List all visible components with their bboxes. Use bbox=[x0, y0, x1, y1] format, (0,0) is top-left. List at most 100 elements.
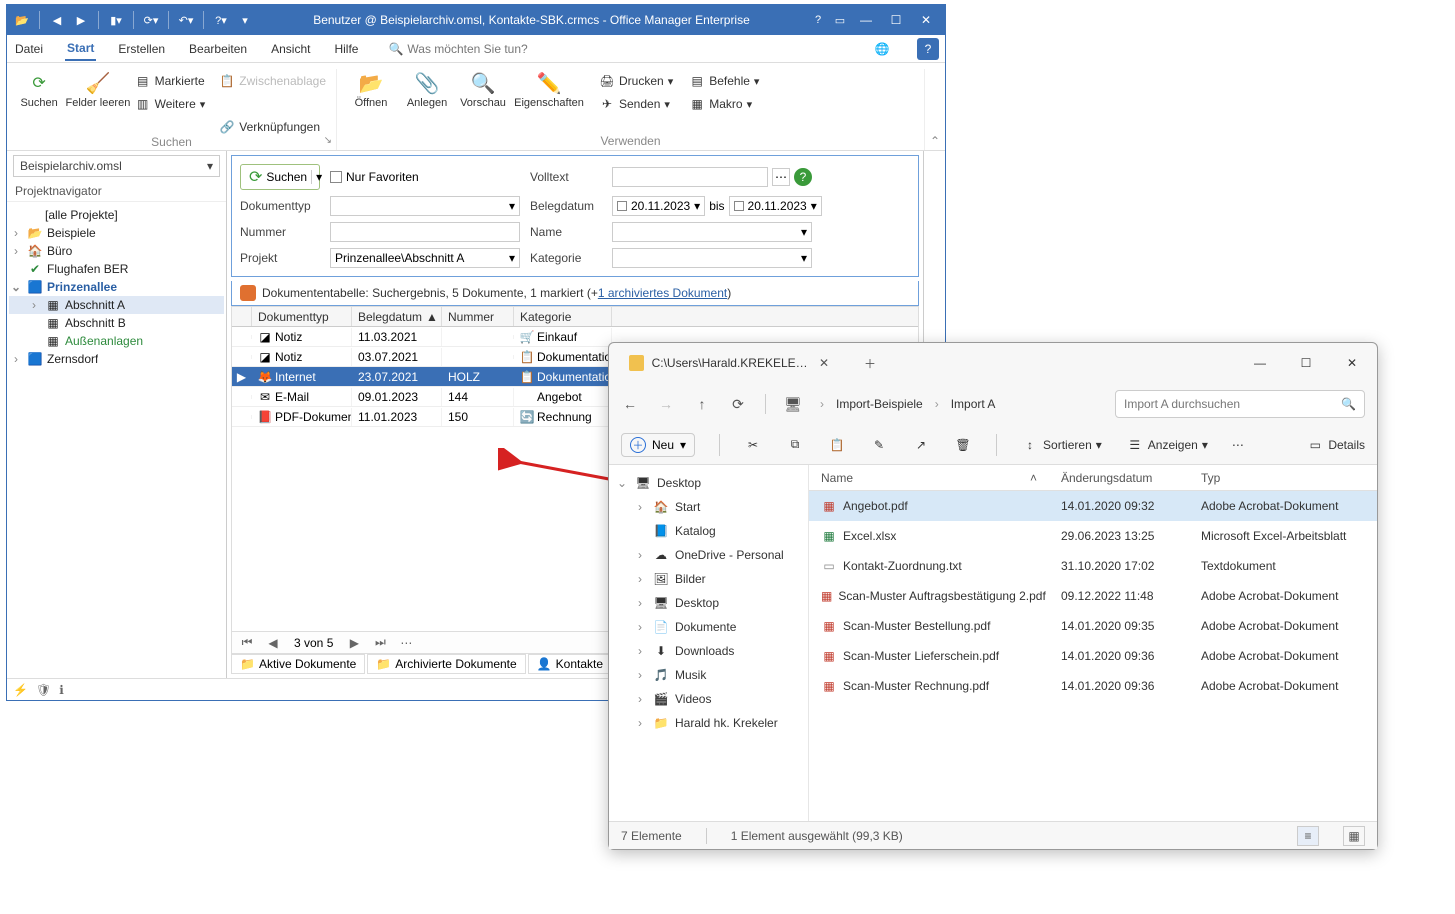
delete-button[interactable]: 🗑 bbox=[954, 436, 972, 454]
nav-first[interactable]: ⏮ bbox=[236, 635, 258, 650]
tab-datei[interactable]: Datei bbox=[13, 38, 45, 60]
tab-start[interactable]: Start bbox=[65, 37, 96, 61]
chevron-icon[interactable]: › bbox=[820, 397, 824, 411]
collapse-ribbon-icon[interactable]: ⌃ bbox=[930, 134, 940, 148]
tree-abschnitt-b[interactable]: ▦Abschnitt B bbox=[9, 314, 224, 332]
date-to-input[interactable]: 20.11.2023▾ bbox=[729, 196, 822, 216]
tree-item[interactable]: ›📄Dokumente bbox=[609, 615, 808, 639]
drucken-button[interactable]: 🖨Drucken ▾ bbox=[595, 71, 677, 91]
file-row[interactable]: ▦Scan-Muster Bestellung.pdf14.01.2020 09… bbox=[809, 611, 1377, 641]
copy-button[interactable]: ⧉ bbox=[786, 436, 804, 454]
markierte-button[interactable]: ▤Markierte bbox=[131, 71, 210, 91]
close-button[interactable]: ✕ bbox=[911, 6, 941, 34]
tree-item[interactable]: ›🎵Musik bbox=[609, 663, 808, 687]
tree-item[interactable]: ›☁OneDrive - Personal bbox=[609, 543, 808, 567]
nav-next[interactable]: ▶ bbox=[343, 636, 365, 650]
tree-item[interactable]: ›🖼Bilder bbox=[609, 567, 808, 591]
back-button[interactable]: ← bbox=[621, 396, 639, 412]
paste-button[interactable]: 📋 bbox=[828, 436, 846, 454]
file-row[interactable]: ▦Scan-Muster Lieferschein.pdf14.01.2020 … bbox=[809, 641, 1377, 671]
tree-prinzenallee[interactable]: ⌄🟦Prinzenallee bbox=[9, 278, 224, 296]
ribbon-search[interactable]: 🔍 Was möchten Sie tun? bbox=[388, 42, 527, 56]
file-row[interactable]: ▦Excel.xlsx29.06.2023 13:25Microsoft Exc… bbox=[809, 521, 1377, 551]
explorer-search-input[interactable]: Import A durchsuchen 🔍 bbox=[1115, 390, 1365, 418]
kategorie-input[interactable]: ▾ bbox=[612, 248, 812, 268]
befehle-button[interactable]: ▤Befehle ▾ bbox=[685, 71, 763, 91]
tab-ansicht[interactable]: Ansicht bbox=[269, 38, 312, 60]
name-input[interactable]: ▾ bbox=[612, 222, 812, 242]
minimize-button[interactable]: — bbox=[851, 6, 881, 34]
volltext-help-icon[interactable]: ? bbox=[794, 168, 812, 186]
felder-leeren-button[interactable]: 🧹 Felder leeren bbox=[65, 69, 130, 109]
tab-bearbeiten[interactable]: Bearbeiten bbox=[187, 38, 249, 60]
archive-selector[interactable]: Beispielarchiv.omsl ▾ bbox=[13, 155, 220, 177]
tree-item[interactable]: ›🖥Desktop bbox=[609, 591, 808, 615]
view-icons-button[interactable]: ▦ bbox=[1343, 826, 1365, 846]
verknuepfungen-button[interactable]: 🔗Verknüpfungen bbox=[215, 117, 330, 137]
help-icon[interactable]: ?▾ bbox=[210, 9, 232, 31]
archived-link[interactable]: 1 archiviertes Dokument bbox=[598, 286, 727, 300]
col-type[interactable]: Typ bbox=[1189, 471, 1377, 485]
crumb-import-a[interactable]: Import A bbox=[951, 397, 996, 411]
file-row[interactable]: ▦Angebot.pdf14.01.2020 09:32Adobe Acroba… bbox=[809, 491, 1377, 521]
eigenschaften-button[interactable]: ✏️Eigenschaften bbox=[511, 69, 587, 109]
cut-button[interactable]: ✂ bbox=[744, 436, 762, 454]
tree-all-projects[interactable]: [alle Projekte] bbox=[9, 206, 224, 224]
suchen-button[interactable]: ⟳ Suchen bbox=[13, 69, 65, 109]
refresh-button[interactable]: ⟳▾ bbox=[140, 9, 162, 31]
projekt-input[interactable]: Prinzenallee\Abschnitt A▾ bbox=[330, 248, 520, 268]
forward-button[interactable]: → bbox=[657, 396, 675, 412]
date-from-input[interactable]: 20.11.2023▾ bbox=[612, 196, 705, 216]
tab-erstellen[interactable]: Erstellen bbox=[116, 38, 167, 60]
maximize-button[interactable]: ☐ bbox=[1283, 347, 1329, 379]
language-button[interactable]: 🌐 bbox=[871, 38, 893, 60]
undo-button[interactable]: ↶▾ bbox=[175, 9, 197, 31]
tree-abschnitt-a[interactable]: ›▦Abschnitt A bbox=[9, 296, 224, 314]
tab-kontakte[interactable]: 👤Kontakte bbox=[528, 654, 612, 674]
tree-item[interactable]: ›🏠Start bbox=[609, 495, 808, 519]
file-row[interactable]: ▭Kontakt-Zuordnung.txt31.10.2020 17:02Te… bbox=[809, 551, 1377, 581]
tab-hilfe[interactable]: Hilfe bbox=[332, 38, 360, 60]
tree-buero[interactable]: ›🏠Büro bbox=[9, 242, 224, 260]
col-name[interactable]: Name˄ bbox=[809, 471, 1049, 485]
col-dokumenttyp[interactable]: Dokumenttyp bbox=[252, 307, 352, 326]
dokumenttyp-input[interactable]: ▾ bbox=[330, 196, 520, 216]
col-belegdatum[interactable]: Belegdatum▲ bbox=[352, 307, 442, 326]
zwischenablage-button[interactable]: 📋Zwischenablage bbox=[215, 71, 330, 91]
tree-item[interactable]: ›🎬Videos bbox=[609, 687, 808, 711]
col-nummer[interactable]: Nummer bbox=[442, 307, 514, 326]
nummer-input[interactable] bbox=[330, 222, 520, 242]
more-button[interactable]: ⋯ bbox=[1232, 438, 1244, 452]
rename-button[interactable]: ✎ bbox=[870, 436, 888, 454]
refresh-button[interactable]: ⟳ bbox=[729, 396, 747, 413]
maximize-button[interactable]: ☐ bbox=[881, 6, 911, 34]
nav-prev[interactable]: ◀ bbox=[262, 636, 284, 650]
col-date[interactable]: Änderungsdatum bbox=[1049, 471, 1189, 485]
tree-flughafen[interactable]: ✔Flughafen BER bbox=[9, 260, 224, 278]
minimize-button[interactable]: — bbox=[1237, 347, 1283, 379]
tree-item[interactable]: ›⬇Downloads bbox=[609, 639, 808, 663]
qat-more[interactable]: ▾ bbox=[234, 9, 256, 31]
sort-button[interactable]: ↕Sortieren ▾ bbox=[1021, 436, 1102, 454]
weitere-button[interactable]: ▥Weitere ▾ bbox=[131, 94, 210, 114]
explorer-tab[interactable]: C:\Users\Harald.KREKELER\De: ✕ bbox=[619, 351, 839, 375]
new-doc-button[interactable]: ▮▾ bbox=[105, 9, 127, 31]
search-execute-button[interactable]: ⟳Suchen▾ bbox=[240, 164, 320, 190]
crumb-import-beispiele[interactable]: Import-Beispiele bbox=[836, 397, 923, 411]
tree-beispiele[interactable]: ›📂Beispiele bbox=[9, 224, 224, 242]
tree-item[interactable]: ⌄🖥Desktop bbox=[609, 471, 808, 495]
new-button[interactable]: ＋Neu▾ bbox=[621, 433, 695, 457]
nav-more[interactable]: ⋯ bbox=[395, 636, 417, 650]
vorschau-button[interactable]: 🔍Vorschau bbox=[455, 69, 511, 109]
tab-aktive[interactable]: 📁Aktive Dokumente bbox=[231, 654, 365, 674]
oeffnen-button[interactable]: 📂Öffnen bbox=[343, 69, 399, 109]
back-button[interactable]: ◀ bbox=[46, 9, 68, 31]
makro-button[interactable]: ▦Makro ▾ bbox=[685, 94, 763, 114]
up-button[interactable]: ↑ bbox=[693, 396, 711, 412]
tree-aussenanlagen[interactable]: ▦Außenanlagen bbox=[9, 332, 224, 350]
share-button[interactable]: ↗ bbox=[912, 436, 930, 454]
tree-zernsdorf[interactable]: ›🟦Zernsdorf bbox=[9, 350, 224, 368]
col-kategorie[interactable]: Kategorie bbox=[514, 307, 612, 326]
volltext-input[interactable] bbox=[612, 167, 768, 187]
tree-item[interactable]: ›📁Harald hk. Krekeler bbox=[609, 711, 808, 735]
